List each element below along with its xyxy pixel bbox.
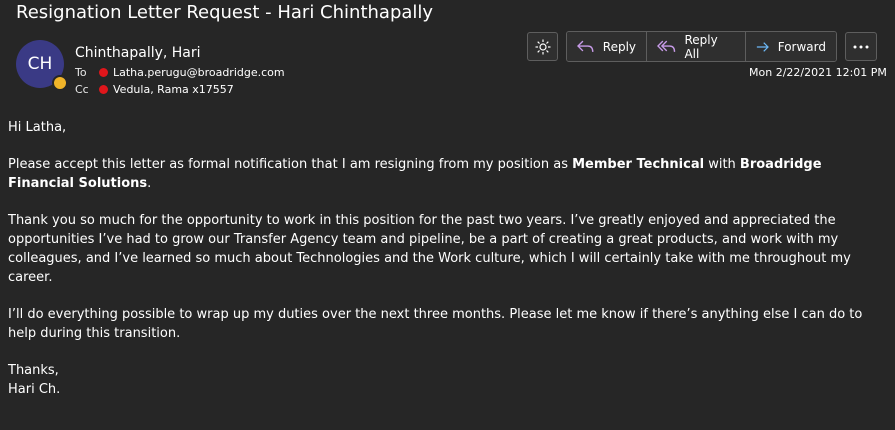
to-recipient[interactable]: Latha.perugu@broadridge.com [113, 66, 285, 79]
reply-button-group: Reply Reply All Forward [566, 31, 837, 62]
greeting: Hi Latha, [8, 120, 67, 135]
body-paragraph-3: I’ll do everything possible to wrap up m… [8, 307, 863, 341]
sender-name[interactable]: Chinthapally, Hari [75, 45, 201, 61]
forward-button[interactable]: Forward [746, 32, 836, 61]
forward-label: Forward [777, 39, 826, 54]
avatar-initials: CH [27, 54, 53, 74]
email-subject: Resignation Letter Request - Hari Chinth… [16, 2, 434, 23]
message-toolbar: Reply Reply All Forward [527, 31, 877, 62]
sun-icon [535, 39, 550, 54]
to-row: To Latha.perugu@broadridge.com [75, 66, 285, 79]
more-actions-button[interactable] [845, 32, 877, 61]
reply-label: Reply [602, 39, 636, 54]
position-title: Member Technical [572, 157, 705, 172]
signature: Hari Ch. [8, 382, 61, 397]
body-paragraph-2: Thank you so much for the opportunity to… [8, 213, 851, 285]
to-label: To [75, 66, 87, 79]
reply-button[interactable]: Reply [567, 32, 647, 61]
reply-all-button[interactable]: Reply All [647, 32, 746, 61]
cc-status-dot [99, 85, 108, 94]
forward-icon [756, 41, 769, 52]
theme-toggle-button[interactable] [527, 32, 558, 61]
closing: Thanks, [8, 363, 59, 378]
cc-row: Cc Vedula, Rama x17557 [75, 83, 234, 96]
reply-icon [577, 40, 594, 52]
message-body: Hi Latha, Please accept this letter as f… [8, 118, 878, 399]
reply-all-icon [657, 40, 676, 52]
cc-recipient[interactable]: Vedula, Rama x17557 [113, 83, 234, 96]
presence-indicator [52, 75, 68, 91]
to-status-dot [99, 68, 108, 77]
sent-date: Mon 2/22/2021 12:01 PM [749, 66, 887, 79]
body-paragraph-1: Please accept this letter as formal noti… [8, 157, 822, 191]
reply-all-label: Reply All [684, 32, 718, 61]
cc-label: Cc [75, 83, 89, 96]
ellipsis-icon [853, 45, 869, 48]
